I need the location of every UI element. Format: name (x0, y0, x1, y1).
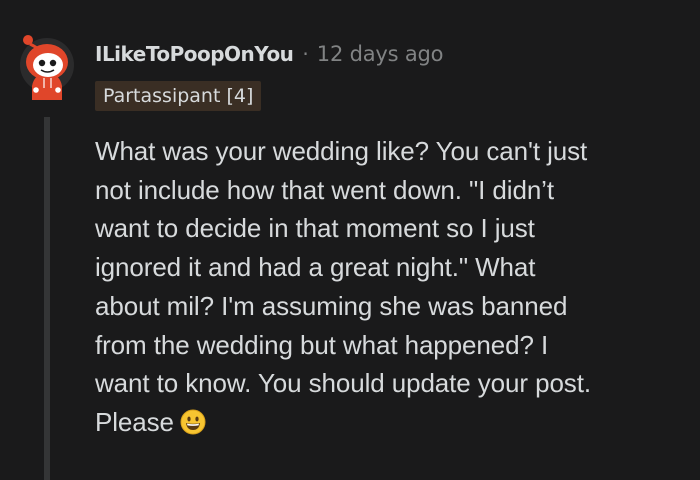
meta-separator: · (302, 42, 309, 66)
username-link[interactable]: ILikeToPoopOnYou (95, 42, 294, 66)
snoo-avatar-icon (20, 35, 74, 100)
comment-body-line: not include how that went down. "I didn’… (95, 174, 554, 205)
comment-body-line: from the wedding but what happened? I (95, 329, 549, 360)
timestamp-link[interactable]: 12 days ago (317, 42, 444, 66)
user-flair: Partassipant [4] (95, 81, 262, 111)
comment-body-line: What was your wedding like? You can't ju… (95, 136, 588, 166)
comment-body-last-line: Please (95, 403, 695, 446)
comment-body-line: want to know. You should update your pos… (95, 368, 591, 399)
comment-body-line: Please (95, 406, 174, 437)
comment-card: ILikeToPoopOnYou · 12 days ago Partassip… (0, 0, 700, 480)
comment-header: ILikeToPoopOnYou · 12 days ago (95, 40, 443, 68)
comment-body: What was your wedding like? You can't ju… (95, 132, 695, 446)
comment-body-line: ignored it and had a great night." What (95, 252, 536, 283)
thread-collapse-line[interactable] (44, 117, 50, 480)
grinning-face-emoji-icon (180, 407, 206, 446)
comment-body-line: want to decide in that moment so I just (95, 213, 535, 244)
avatar[interactable] (20, 28, 74, 102)
comment-body-line: about mil? I'm assuming she was banned (95, 290, 568, 321)
